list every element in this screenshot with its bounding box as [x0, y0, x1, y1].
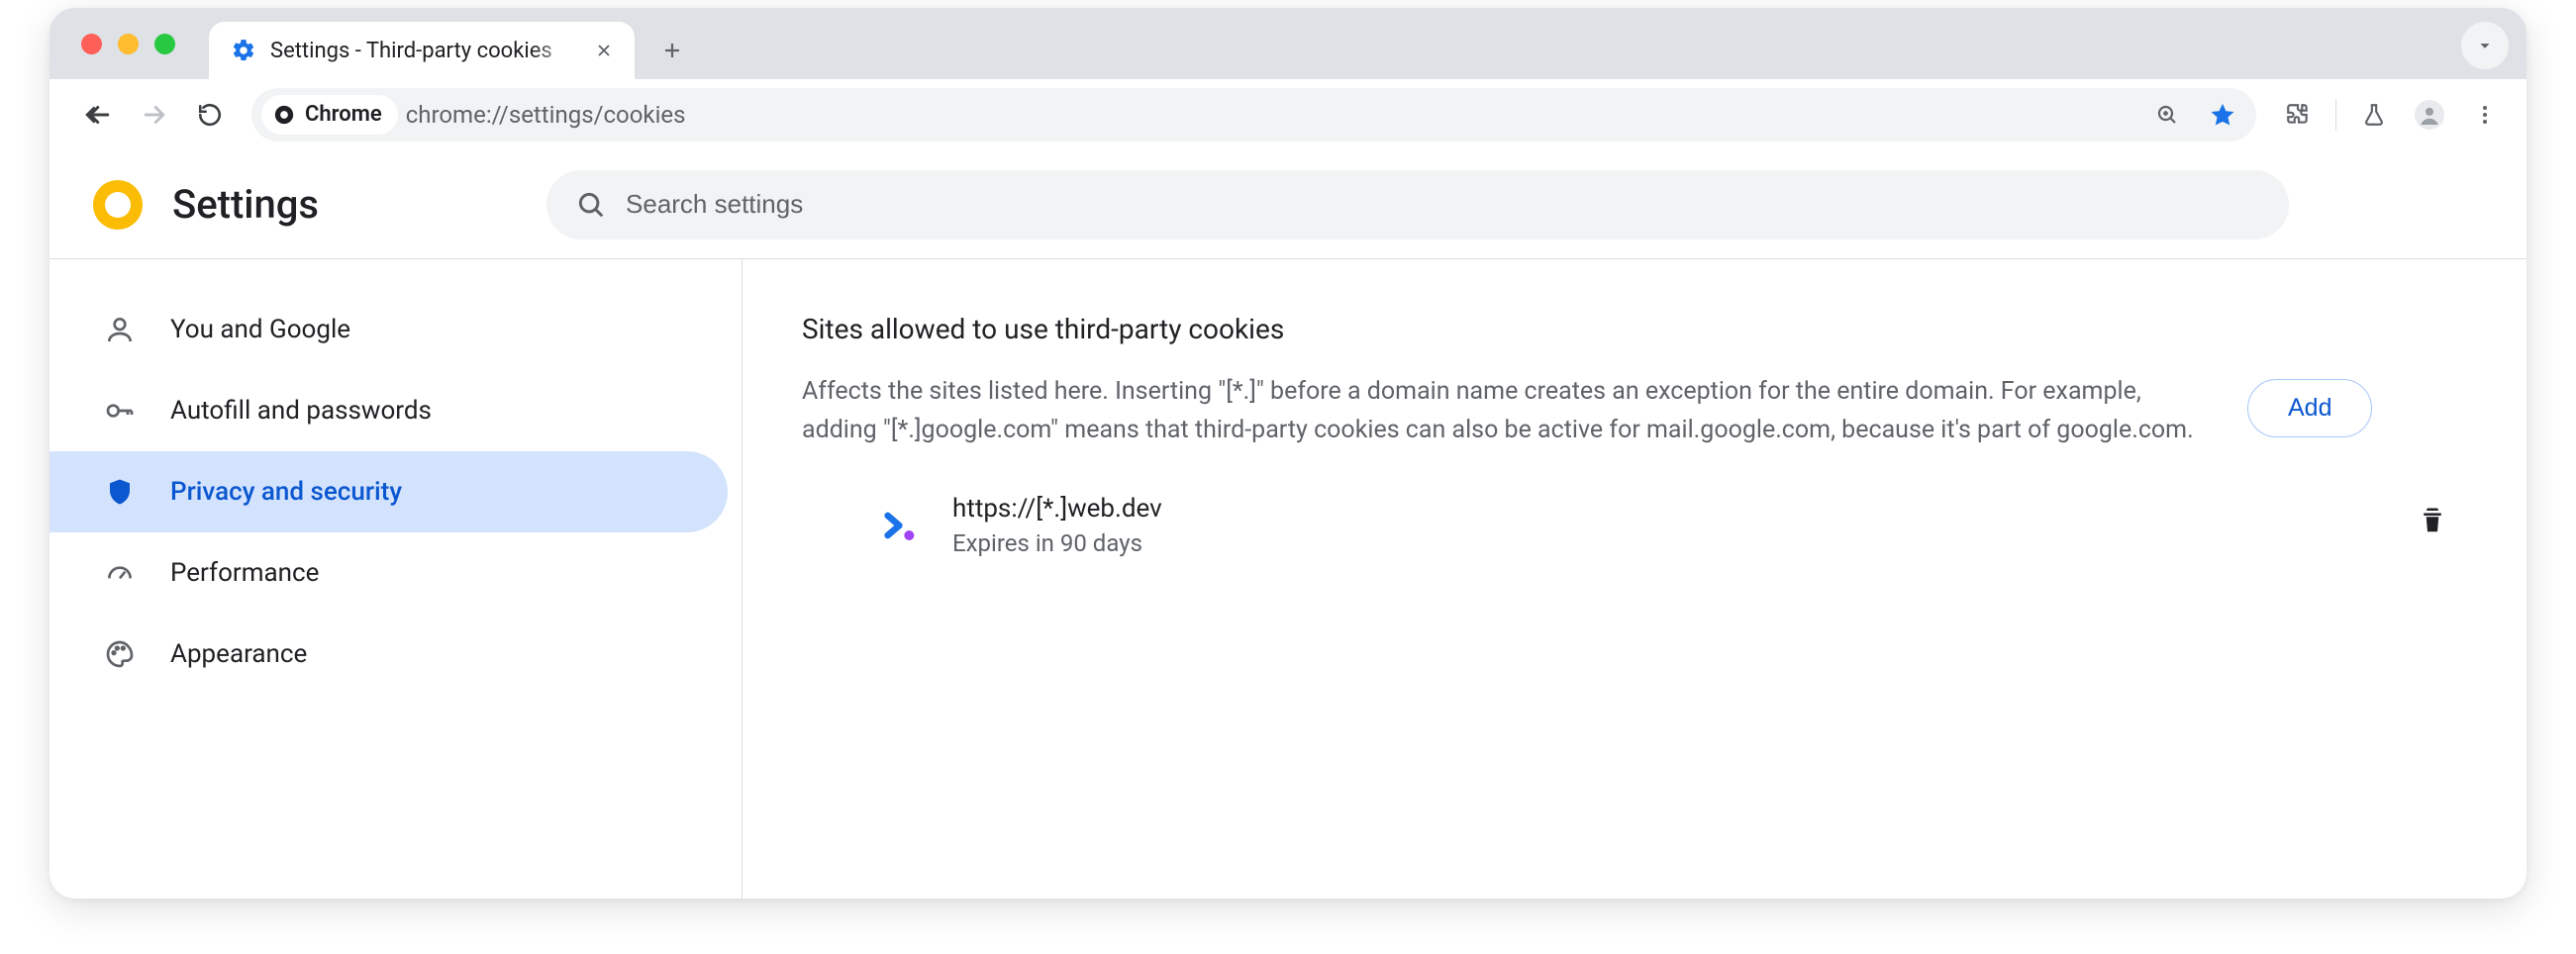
- bookmark-star-icon[interactable]: [2203, 95, 2242, 135]
- sidebar-item-label: You and Google: [170, 315, 350, 344]
- toolbar: Chrome chrome://settings/cookies: [50, 79, 2526, 150]
- section-description: Affects the sites listed here. Inserting…: [802, 373, 2208, 450]
- add-button[interactable]: Add: [2247, 379, 2372, 437]
- delete-icon[interactable]: [2418, 506, 2457, 545]
- reload-button[interactable]: [186, 91, 234, 139]
- new-tab-button[interactable]: [648, 27, 696, 74]
- sidebar-item-privacy-security[interactable]: Privacy and security: [50, 451, 728, 532]
- window-controls: [63, 8, 209, 79]
- toolbar-separator: [2335, 99, 2336, 131]
- address-bar[interactable]: Chrome chrome://settings/cookies: [251, 88, 2256, 142]
- tab-search-button[interactable]: [2461, 22, 2509, 69]
- zoom-icon[interactable]: [2147, 95, 2187, 135]
- sidebar-item-label: Autofill and passwords: [170, 396, 432, 426]
- close-tab-icon[interactable]: [591, 38, 617, 63]
- profile-avatar-icon[interactable]: [2406, 91, 2453, 139]
- tab-strip: Settings - Third-party cookies: [50, 8, 2526, 79]
- labs-icon[interactable]: [2350, 91, 2398, 139]
- sidebar-item-performance[interactable]: Performance: [50, 532, 728, 614]
- menu-icon[interactable]: [2461, 91, 2509, 139]
- site-favicon-icon: [879, 504, 923, 547]
- speedometer-icon: [103, 556, 137, 590]
- search-settings-field[interactable]: [546, 170, 2289, 239]
- allowed-site-row: https://[*.]web.dev Expires in 90 days: [802, 494, 2467, 557]
- chrome-logo-icon: [93, 180, 143, 230]
- site-chip[interactable]: Chrome: [261, 95, 398, 135]
- site-expiry: Expires in 90 days: [952, 529, 2388, 557]
- chrome-icon: [273, 104, 295, 126]
- palette-icon: [103, 637, 137, 671]
- minimize-window-button[interactable]: [118, 34, 139, 54]
- page-title: Settings: [172, 181, 319, 228]
- person-icon: [103, 313, 137, 346]
- section-title: Sites allowed to use third-party cookies: [802, 313, 2467, 345]
- settings-body: You and Google Autofill and passwords Pr…: [50, 259, 2526, 899]
- sidebar-item-label: Privacy and security: [170, 477, 402, 507]
- forward-nav-button[interactable]: [131, 91, 178, 139]
- sidebar-item-appearance[interactable]: Appearance: [50, 614, 728, 695]
- extensions-icon[interactable]: [2274, 91, 2322, 139]
- tab-title: Settings - Third-party cookies: [270, 39, 577, 63]
- sidebar-item-label: Appearance: [170, 639, 307, 669]
- settings-header: Settings: [50, 150, 2526, 259]
- sidebar-item-label: Performance: [170, 558, 319, 588]
- url-text: chrome://settings/cookies: [406, 101, 2139, 129]
- close-window-button[interactable]: [81, 34, 102, 54]
- maximize-window-button[interactable]: [154, 34, 175, 54]
- shield-icon: [103, 475, 137, 509]
- search-settings-input[interactable]: [626, 189, 2259, 220]
- browser-window: Settings - Third-party cookies: [50, 8, 2526, 899]
- browser-tab[interactable]: Settings - Third-party cookies: [209, 22, 635, 79]
- sidebar-item-you-and-google[interactable]: You and Google: [50, 289, 728, 370]
- settings-content: Sites allowed to use third-party cookies…: [743, 259, 2526, 899]
- back-nav-button[interactable]: [75, 91, 123, 139]
- gear-icon: [231, 38, 256, 63]
- settings-sidebar: You and Google Autofill and passwords Pr…: [50, 259, 743, 899]
- search-icon: [576, 190, 606, 220]
- sidebar-item-autofill[interactable]: Autofill and passwords: [50, 370, 728, 451]
- site-chip-label: Chrome: [305, 102, 382, 127]
- site-url: https://[*.]web.dev: [952, 494, 2388, 524]
- key-icon: [103, 394, 137, 428]
